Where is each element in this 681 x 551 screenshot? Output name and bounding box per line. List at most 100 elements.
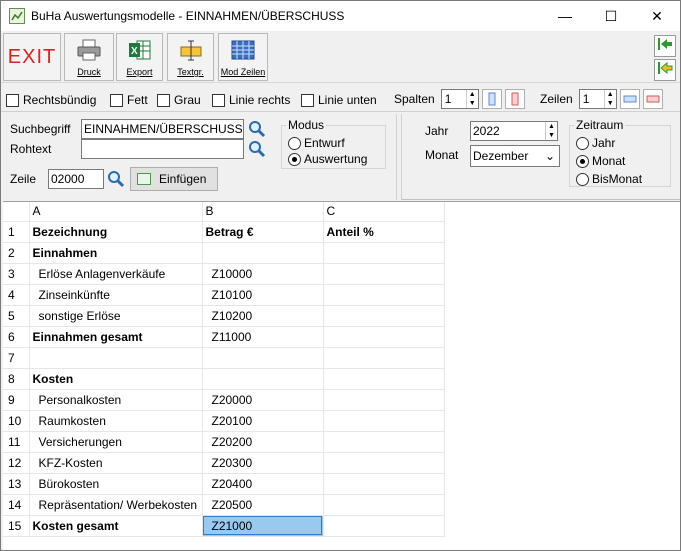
modzeilen-button[interactable]: Mod Zeilen [218, 33, 268, 81]
exit-button[interactable]: EXIT [3, 33, 61, 81]
suchbegriff-input[interactable]: EINNAHMEN/ÜBERSCHUSS [81, 119, 244, 139]
cell-b[interactable]: Z20400 [202, 473, 324, 495]
row-number: 12 [3, 452, 30, 474]
cell-b-selected[interactable]: Z21000 [202, 515, 324, 537]
column-header-b[interactable]: B [202, 202, 324, 222]
cell-a[interactable]: Bezeichnung [29, 221, 203, 243]
zeile-einfuegen-button[interactable] [619, 89, 640, 109]
cell-b[interactable] [202, 368, 324, 390]
nav-back-button[interactable] [654, 59, 676, 81]
checkbox-box [212, 93, 225, 107]
spinner-arrows-icon[interactable]: ▲ ▼ [465, 90, 478, 108]
insert-column-icon [488, 92, 496, 106]
cell-c[interactable] [323, 326, 445, 348]
checkbox-box [301, 93, 314, 107]
cell-c[interactable] [323, 368, 445, 390]
nav-first-button[interactable] [654, 35, 676, 57]
spinner-arrows-icon[interactable]: ▲ ▼ [545, 122, 557, 140]
cell-a[interactable]: Versicherungen [29, 431, 203, 453]
cell-a[interactable]: KFZ-Kosten [29, 452, 203, 474]
cell-a[interactable]: Einnahmen gesamt [29, 326, 203, 348]
search-button[interactable] [247, 119, 267, 139]
cell-c[interactable] [323, 389, 445, 411]
cell-c[interactable] [323, 242, 445, 264]
cell-b[interactable] [202, 347, 324, 369]
jahr-value: 2022 [473, 124, 500, 138]
cell-c[interactable] [323, 263, 445, 285]
druck-button[interactable]: Druck [64, 33, 114, 81]
cell-a[interactable]: Kosten gesamt [29, 515, 203, 537]
cell-a[interactable] [29, 347, 203, 369]
cell-a[interactable]: Repräsentation/ Werbekosten [29, 494, 203, 516]
zeilen-spinner[interactable]: 1 ▲ ▼ [578, 89, 617, 109]
zeile-input[interactable]: 02000 [48, 169, 104, 189]
cell-c[interactable] [323, 431, 445, 453]
cell-b[interactable]: Z20300 [202, 452, 324, 474]
fett-checkbox[interactable]: Fett [110, 93, 148, 107]
einfuegen-button[interactable]: Einfügen [130, 167, 218, 191]
cell-b[interactable]: Z10000 [202, 263, 324, 285]
monat-value: Dezember [473, 149, 529, 163]
cell-b[interactable]: Z10200 [202, 305, 324, 327]
spalte-loeschen-button[interactable] [504, 89, 525, 109]
zeitraum-bismonat-radio[interactable]: BisMonat [576, 172, 642, 186]
cell-b-text: Z10200 [211, 308, 253, 323]
cell-a[interactable]: Bürokosten [29, 473, 203, 495]
maximize-button[interactable]: ☐ [588, 1, 634, 31]
cell-a[interactable]: Erlöse Anlagenverkäufe [29, 263, 203, 285]
radio-circle-selected [288, 152, 301, 166]
zeitraum-title: Zeitraum [574, 118, 626, 132]
column-header-c[interactable]: C [323, 202, 445, 222]
cell-c[interactable] [323, 347, 445, 369]
radio-circle [576, 136, 589, 150]
cell-b[interactable]: Z20000 [202, 389, 324, 411]
linie-unten-checkbox[interactable]: Linie unten [301, 93, 377, 107]
cell-c[interactable]: Anteil % [323, 221, 445, 243]
zeile-search-button[interactable] [106, 169, 126, 189]
cell-b[interactable]: Z20500 [202, 494, 324, 516]
export-button[interactable]: X Export [116, 33, 163, 81]
linie-rechts-checkbox[interactable]: Linie rechts [212, 93, 290, 107]
cell-b[interactable]: Z20200 [202, 431, 324, 453]
cell-a[interactable]: Kosten [29, 368, 203, 390]
close-button[interactable]: ✕ [634, 1, 680, 31]
spalten-spinner[interactable]: 1 ▲ ▼ [440, 89, 479, 109]
zeitraum-jahr-radio[interactable]: Jahr [576, 136, 615, 150]
column-header-a[interactable]: A [29, 202, 203, 222]
cell-c[interactable] [323, 515, 445, 537]
cell-a[interactable]: sonstige Erlöse [29, 305, 203, 327]
spalte-einfuegen-button[interactable] [481, 89, 502, 109]
monat-select[interactable]: Dezember ⌄ [470, 145, 560, 167]
cell-a[interactable]: Zinseinkünfte [29, 284, 203, 306]
cell-c[interactable] [323, 473, 445, 495]
cell-a[interactable]: Einnahmen [29, 242, 203, 264]
auswertung-radio[interactable]: Auswertung [288, 152, 367, 166]
rechtsbuendig-checkbox[interactable]: Rechtsbündig [6, 93, 96, 107]
rohtext-input[interactable] [81, 139, 244, 159]
cell-b[interactable]: Z11000 [202, 326, 324, 348]
rohtext-search-button[interactable] [247, 139, 267, 159]
minimize-button[interactable]: — [542, 1, 588, 31]
spinner-arrows-icon[interactable]: ▲ ▼ [603, 90, 616, 108]
cell-a[interactable]: Raumkosten [29, 410, 203, 432]
textgr-button[interactable]: Textgr. [167, 33, 214, 81]
entwurf-radio[interactable]: Entwurf [288, 136, 345, 150]
zeitraum-monat-radio[interactable]: Monat [576, 154, 625, 168]
grau-label: Grau [174, 93, 201, 107]
cell-c[interactable] [323, 410, 445, 432]
cell-c[interactable] [323, 494, 445, 516]
cell-b[interactable]: Z20100 [202, 410, 324, 432]
cell-c[interactable] [323, 305, 445, 327]
export-label: Export [126, 67, 153, 77]
cell-c[interactable] [323, 284, 445, 306]
cell-b[interactable]: Betrag € [202, 221, 324, 243]
zeilen-value: 1 [582, 92, 590, 106]
cell-c[interactable] [323, 452, 445, 474]
cell-b[interactable] [202, 242, 324, 264]
cell-a-text: Personalkosten [38, 392, 122, 407]
cell-b[interactable]: Z10100 [202, 284, 324, 306]
jahr-spinner[interactable]: 2022 ▲ ▼ [470, 121, 558, 141]
grau-checkbox[interactable]: Grau [157, 93, 201, 107]
zeile-loeschen-button[interactable] [642, 89, 663, 109]
cell-a[interactable]: Personalkosten [29, 389, 203, 411]
